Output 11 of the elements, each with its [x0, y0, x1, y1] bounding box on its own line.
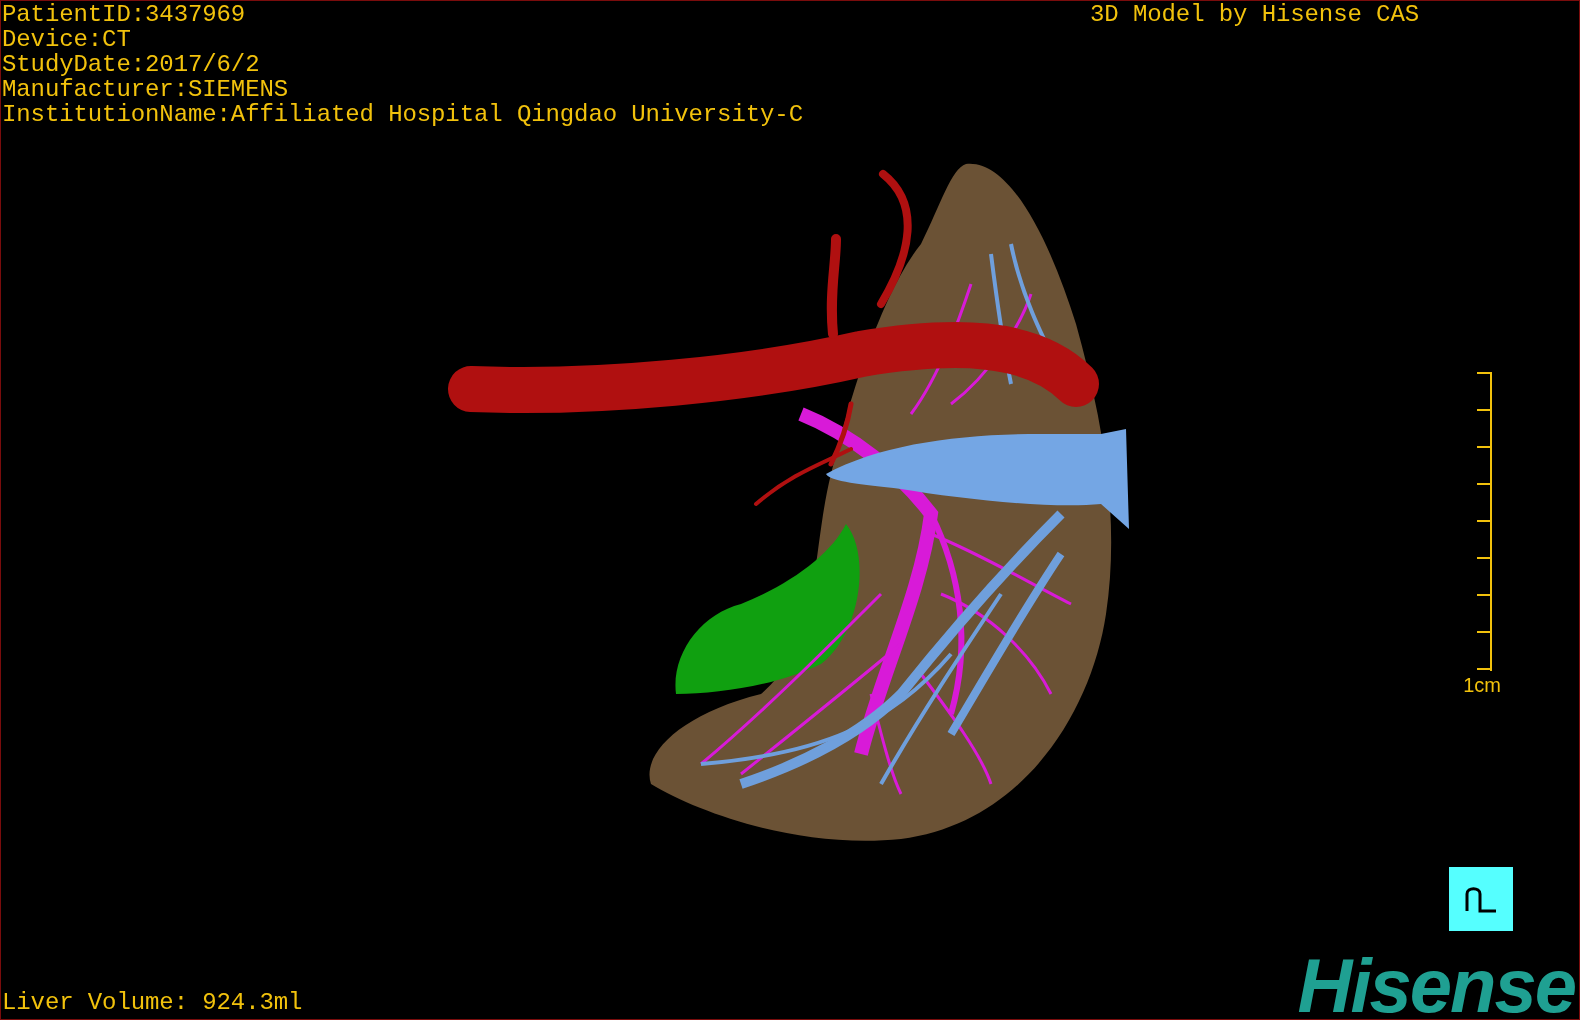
patient-info-text: InstitutionName:Affiliated Hospital Qingdao University-C — [2, 102, 803, 127]
patient-info-text: StudyDate:2017/6/2 — [2, 52, 261, 77]
logo-text: Hisense — [1297, 953, 1576, 1019]
scale-label: 1cm — [1463, 674, 1501, 696]
patient-info-text: PatientID:3437969 — [2, 2, 247, 27]
liver-volume-text: Liver Volume: 924.3ml — [1, 990, 303, 1018]
orientation-button[interactable] — [1449, 867, 1513, 931]
orientation-icon — [1464, 884, 1498, 914]
patient-info-text: Manufacturer:SIEMENS — [2, 77, 290, 102]
viewer-title: 3D Model by Hisense CAS — [1090, 2, 1419, 27]
patient-info-text: Device:CT — [2, 27, 132, 52]
